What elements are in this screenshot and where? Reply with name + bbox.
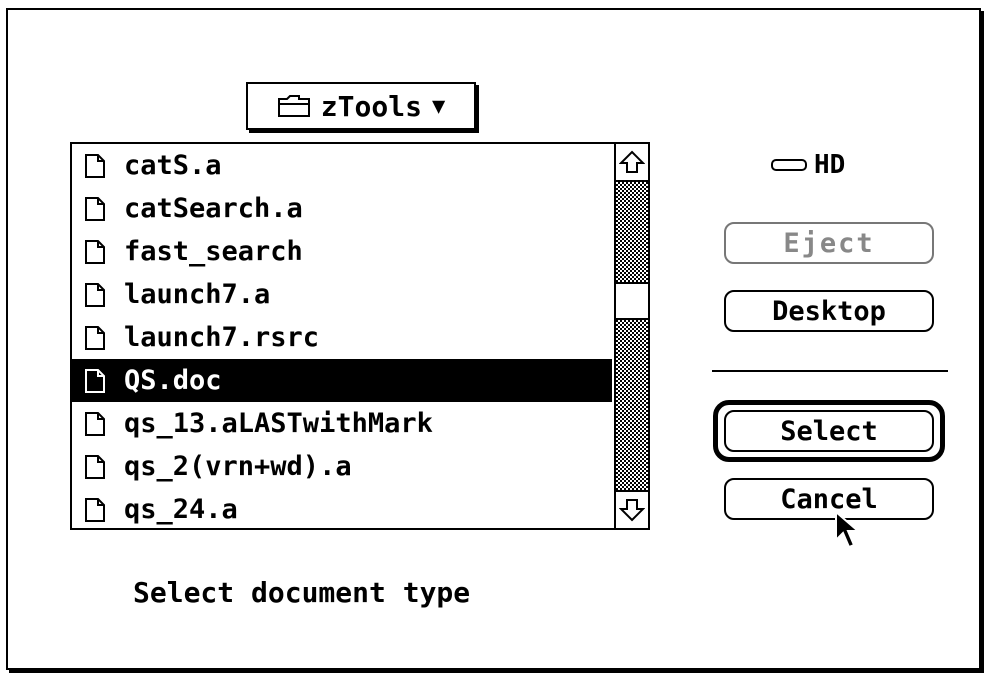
- file-name: launch7.a: [124, 279, 271, 310]
- file-list-item[interactable]: qs_24.a: [72, 488, 612, 528]
- document-icon: [85, 325, 105, 350]
- document-icon: [85, 153, 105, 178]
- scroll-down-button[interactable]: [616, 490, 648, 528]
- document-icon: [85, 497, 105, 522]
- folder-icon: [277, 95, 310, 117]
- file-name: catS.a: [124, 150, 222, 181]
- divider: [712, 370, 948, 372]
- file-open-dialog: zTools ▼ catS.a catSearch.a fast_searchlau…: [6, 8, 981, 670]
- document-icon: [85, 196, 105, 221]
- file-list-item[interactable]: launch7.rsrc: [72, 316, 612, 359]
- desktop-button[interactable]: Desktop: [724, 290, 934, 332]
- file-list-item[interactable]: qs_2(vrn+wd).a: [72, 445, 612, 488]
- document-icon: [85, 454, 105, 479]
- file-list[interactable]: catS.a catSearch.a fast_search launch7.a lau…: [70, 142, 650, 530]
- file-list-scrollbar[interactable]: [614, 144, 648, 528]
- eject-button[interactable]: Eject: [724, 222, 934, 264]
- file-list-item[interactable]: catS.a: [72, 144, 612, 187]
- file-list-item[interactable]: qs_13.aLASTwithMark: [72, 402, 612, 445]
- cancel-button[interactable]: Cancel: [724, 478, 934, 520]
- file-name: qs_13.aLASTwithMark: [124, 408, 433, 439]
- mouse-cursor-icon: [835, 510, 861, 549]
- document-icon: [85, 239, 105, 264]
- disk-label: HD: [770, 150, 845, 180]
- file-name: qs_2(vrn+wd).a: [124, 451, 352, 482]
- select-button[interactable]: Select: [724, 410, 934, 452]
- file-list-item[interactable]: launch7.a: [72, 273, 612, 316]
- file-name: catSearch.a: [124, 193, 303, 224]
- hard-disk-icon: [771, 159, 807, 171]
- document-icon: [85, 282, 105, 307]
- folder-name: zTools: [320, 89, 422, 123]
- up-arrow-icon: [619, 150, 645, 173]
- document-icon: [85, 411, 105, 436]
- down-arrow-icon: [619, 499, 645, 522]
- scroll-thumb[interactable]: [616, 282, 648, 320]
- file-list-item[interactable]: catSearch.a: [72, 187, 612, 230]
- file-name: qs_24.a: [124, 494, 238, 525]
- scroll-track[interactable]: [616, 182, 648, 490]
- file-name: QS.doc: [124, 365, 222, 396]
- prompt-label: Select document type: [133, 576, 471, 609]
- document-icon: [85, 368, 105, 393]
- disk-name: HD: [814, 150, 846, 180]
- file-list-item[interactable]: QS.doc: [72, 359, 612, 402]
- file-name: launch7.rsrc: [124, 322, 320, 353]
- file-list-item[interactable]: fast_search: [72, 230, 612, 273]
- file-list-rows: catS.a catSearch.a fast_search launch7.a lau…: [72, 144, 612, 528]
- popup-arrow-icon: ▼: [431, 93, 446, 119]
- file-name: fast_search: [124, 236, 303, 267]
- scroll-up-button[interactable]: [616, 144, 648, 182]
- folder-popup-menu[interactable]: zTools ▼: [246, 82, 476, 130]
